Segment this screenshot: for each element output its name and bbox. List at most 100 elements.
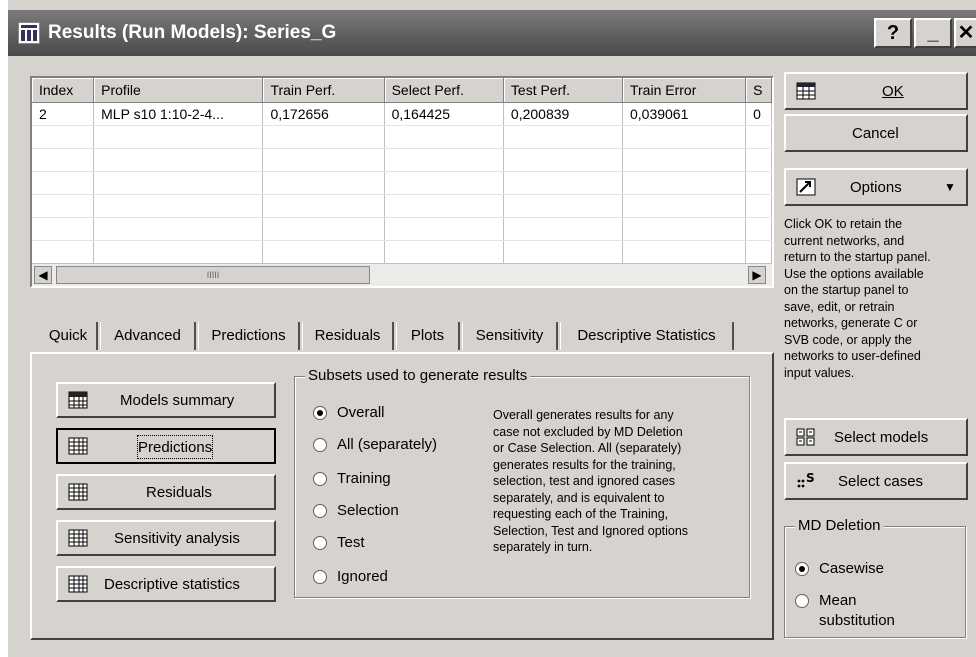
description-line: Overall generates results for any [493,408,674,422]
hint-line: return to the startup panel. [784,250,931,264]
residuals-button[interactable]: Residuals [56,474,276,510]
hint-line: current networks, and [784,233,905,248]
subset-label: All (separately) [337,436,438,453]
title-bar[interactable]: Results (Run Models): Series_G ? _ ✕ [8,10,976,56]
ok-hint-text: Click OK to retain the current networks,… [784,216,974,381]
select-models-button[interactable]: Select models [784,418,968,456]
column-header[interactable]: Select Perf. [384,78,504,103]
select-cases-button[interactable]: S Select cases [784,462,968,500]
residuals-label: Residuals [146,483,212,501]
description-line: separately, and is equivalent to [493,490,665,505]
column-header[interactable]: Test Perf. [503,78,623,103]
radio-indicator [313,438,327,452]
dialog-body: Index Profile Train Perf. Select Perf. T… [20,56,968,651]
column-header[interactable]: Profile [93,78,264,103]
subset-label: Ignored [337,568,388,585]
grid-icon [68,529,88,547]
column-header[interactable]: Train Error [622,78,747,103]
description-line: Selection, Test and Ignored options [493,523,689,538]
models-summary-label: Models summary [120,391,235,409]
hint-line: on the startup panel to [784,283,909,297]
subsets-description: Overall generates results for any case n… [493,407,739,556]
mean-label: Mean [819,592,857,609]
grid-icon [68,483,88,501]
description-line: separately in turn. [493,540,593,554]
svg-text:S: S [806,472,815,485]
dropdown-arrow-icon: ▼ [944,180,956,194]
empty-row [32,171,772,195]
hint-line: Click OK to retain the [784,217,903,231]
subsets-group: Subsets used to generate results Overall… [294,367,750,598]
select-cases-icon: S [797,472,815,488]
horizontal-scrollbar[interactable]: ◀ IIIII ▶ [32,263,772,286]
tab-predictions[interactable]: Predictions [198,322,300,350]
radio-indicator [795,594,809,608]
grid-icon [68,437,88,455]
descriptive-statistics-button[interactable]: Descriptive statistics [56,566,276,602]
scroll-right-icon[interactable]: ▶ [748,266,766,284]
hint-line: networks, generate C or [784,316,918,330]
models-summary-button[interactable]: Models summary [56,382,276,418]
options-button[interactable]: Options ▼ [784,168,968,206]
results-grid[interactable]: Index Profile Train Perf. Select Perf. T… [30,76,774,288]
description-line: or Case Selection. All (separately) [493,441,682,455]
select-models-icon [796,428,815,446]
hint-line: SVB code, or apply the [784,332,912,347]
quick-panel: Models summary Predictions Residuals Sen… [30,352,774,640]
options-icon [796,178,816,196]
grid-icon [68,575,88,593]
radio-indicator [313,472,327,486]
subset-label: Selection [337,502,399,519]
table-header: Index Profile Train Perf. Select Perf. T… [32,78,772,103]
predictions-button[interactable]: Predictions [56,428,276,464]
cancel-button[interactable]: Cancel [784,114,968,152]
hint-line: save, edit, or retrain [784,299,895,314]
scroll-left-icon[interactable]: ◀ [34,266,52,284]
table-row[interactable]: 2 MLP s10 1:10-2-4... 0,172656 0,164425 … [32,102,772,126]
column-header[interactable]: S [745,78,772,103]
app-icon [18,22,40,44]
radio-indicator [313,536,327,550]
subset-label: Overall [337,404,385,421]
casewise-label: Casewise [819,560,885,577]
summary-icon [68,391,88,409]
description-line: requesting each of the Training, [493,507,669,521]
empty-row [32,240,772,264]
radio-indicator [795,562,809,576]
cancel-label: Cancel [852,124,899,142]
window-title: Results (Run Models): Series_G [48,22,337,43]
table-cell: 0,172656 [262,102,385,126]
table-cell: 2 [32,102,95,126]
description-line: generates results for the training, [493,457,676,472]
md-deletion-title: MD Deletion [795,517,884,534]
tab-sensitivity[interactable]: Sensitivity [462,322,558,350]
tab-advanced[interactable]: Advanced [100,322,196,350]
column-header[interactable]: Train Perf. [262,78,385,103]
help-button[interactable]: ? [874,18,912,48]
sensitivity-analysis-button[interactable]: Sensitivity analysis [56,520,276,556]
tab-quick[interactable]: Quick [40,322,98,350]
minimize-button[interactable]: _ [914,18,952,48]
ok-button[interactable]: OK [784,72,968,110]
description-line: case not excluded by MD Deletion [493,424,683,439]
ok-label: OK [882,82,904,100]
options-label: Options [850,178,902,196]
sensitivity-analysis-label: Sensitivity analysis [114,529,240,547]
ok-icon [796,82,816,100]
substitution-label: substitution [819,612,895,629]
tab-residuals[interactable]: Residuals [302,322,394,350]
tab-descriptive-statistics[interactable]: Descriptive Statistics [560,322,734,350]
description-line: selection, test and ignored cases [493,474,676,488]
radio-indicator [313,406,327,420]
results-window: Results (Run Models): Series_G ? _ ✕ Ind… [8,0,976,657]
column-header[interactable]: Index [32,78,95,103]
md-deletion-group: MD Deletion Casewise Mean substitution [784,517,966,638]
descriptive-statistics-label: Descriptive statistics [104,575,240,593]
tab-plots[interactable]: Plots [396,322,460,350]
close-button[interactable]: ✕ [954,18,976,48]
table-cell: 0,164425 [384,102,504,126]
empty-row [32,194,772,218]
scroll-thumb[interactable]: IIIII [56,266,370,284]
empty-row [32,148,772,172]
results-table: Index Profile Train Perf. Select Perf. T… [32,78,772,286]
